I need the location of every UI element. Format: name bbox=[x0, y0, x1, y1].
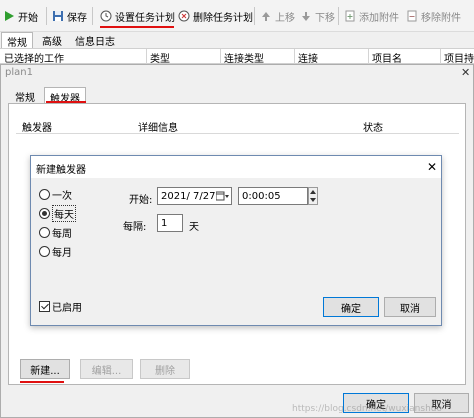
radio-circle[interactable] bbox=[39, 188, 50, 200]
property-window-title: plan1 bbox=[5, 67, 33, 78]
start-time-value: 0:00:05 bbox=[242, 190, 281, 202]
start-date-value: 2021/ 7/27 bbox=[161, 190, 216, 202]
col-details[interactable]: 详细信息 bbox=[138, 119, 178, 134]
time-spinner[interactable] bbox=[308, 187, 318, 205]
arrow-up-icon bbox=[260, 10, 272, 22]
radio-monthly-label: 每月 bbox=[52, 247, 72, 259]
col-connection-type[interactable]: 连接类型 bbox=[224, 50, 264, 65]
dialog-close-icon[interactable]: ✕ bbox=[427, 160, 437, 174]
radio-circle[interactable] bbox=[39, 226, 50, 238]
dialog-cancel-button[interactable]: 取消 bbox=[384, 297, 436, 317]
add-attachment-label: 添加附件 bbox=[359, 12, 399, 24]
watermark: https://blog.csdn.net/wuxianshuo bbox=[292, 404, 442, 414]
add-attachment-icon bbox=[344, 10, 356, 22]
move-up-button[interactable]: 上移 bbox=[260, 6, 295, 26]
save-label: 保存 bbox=[67, 12, 87, 24]
enabled-label: 已启用 bbox=[52, 303, 82, 314]
new-trigger-button[interactable]: 新建... bbox=[20, 359, 70, 379]
col-status[interactable]: 状态 bbox=[363, 119, 383, 134]
calendar-dropdown-icon[interactable] bbox=[215, 191, 230, 205]
move-up-label: 上移 bbox=[275, 12, 295, 24]
col-connection[interactable]: 连接 bbox=[298, 50, 318, 65]
clock-icon bbox=[100, 10, 112, 22]
start-button[interactable]: 开始 bbox=[3, 6, 38, 26]
radio-daily-label: 每天 bbox=[52, 204, 76, 222]
col-trigger[interactable]: 触发器 bbox=[22, 119, 52, 134]
col-project-name[interactable]: 项目名 bbox=[372, 50, 402, 65]
red-underline-schedule bbox=[100, 26, 174, 28]
set-schedule-label: 设置任务计划 bbox=[115, 12, 175, 24]
interval-unit: 天 bbox=[189, 222, 199, 233]
move-down-label: 下移 bbox=[315, 12, 335, 24]
interval-value: 1 bbox=[161, 217, 168, 229]
toolbar: 开始 保存 设置任务计划 删除任务计划 上移 下移 添加附件 移除附件 bbox=[0, 0, 474, 32]
move-down-button[interactable]: 下移 bbox=[300, 6, 335, 26]
close-icon[interactable]: ✕ bbox=[461, 66, 470, 79]
enabled-checkbox[interactable]: 已启用 bbox=[39, 299, 82, 314]
col-project-holder[interactable]: 项目持 bbox=[444, 50, 474, 65]
set-schedule-button[interactable]: 设置任务计划 bbox=[100, 6, 175, 26]
delete-trigger-button[interactable]: 删除 bbox=[140, 359, 190, 379]
arrow-down-icon bbox=[300, 10, 312, 22]
start-label: 开始: bbox=[129, 195, 153, 206]
red-underline-new bbox=[20, 381, 64, 383]
save-button[interactable]: 保存 bbox=[52, 6, 87, 26]
radio-weekly[interactable]: 每周 bbox=[39, 225, 72, 240]
interval-label: 每隔: bbox=[123, 222, 147, 233]
tab-info-log[interactable]: 信息日志 bbox=[70, 32, 120, 48]
remove-attachment-icon bbox=[406, 10, 418, 22]
delete-schedule-button[interactable]: 删除任务计划 bbox=[178, 6, 253, 26]
start-date-picker[interactable]: 2021/ 7/27 bbox=[157, 187, 232, 205]
edit-trigger-button[interactable]: 编辑... bbox=[80, 359, 133, 379]
radio-once-label: 一次 bbox=[52, 190, 72, 202]
radio-circle[interactable] bbox=[39, 245, 50, 257]
start-time-field[interactable]: 0:00:05 bbox=[238, 187, 308, 205]
delete-clock-icon bbox=[178, 10, 190, 22]
trigger-table-header: 触发器 详细信息 状态 bbox=[16, 118, 459, 134]
add-attachment-button[interactable]: 添加附件 bbox=[344, 6, 399, 26]
start-label: 开始 bbox=[18, 12, 38, 24]
dialog-titlebar: 新建触发器 ✕ bbox=[31, 156, 441, 178]
radio-weekly-label: 每周 bbox=[52, 228, 72, 240]
radio-circle-checked[interactable] bbox=[39, 207, 50, 219]
col-type[interactable]: 类型 bbox=[150, 50, 170, 65]
remove-attachment-label: 移除附件 bbox=[421, 12, 461, 24]
delete-schedule-label: 删除任务计划 bbox=[193, 12, 253, 24]
play-icon bbox=[3, 10, 15, 22]
save-icon bbox=[52, 10, 64, 22]
checkbox-checked[interactable] bbox=[39, 301, 50, 312]
dialog-title: 新建触发器 bbox=[36, 165, 86, 176]
col-selected-job[interactable]: 已选择的工作 bbox=[4, 50, 64, 65]
interval-input[interactable]: 1 bbox=[157, 214, 183, 232]
radio-daily[interactable]: 每天 bbox=[39, 204, 76, 222]
tab-prop-general[interactable]: 常规 bbox=[10, 87, 40, 104]
remove-attachment-button[interactable]: 移除附件 bbox=[406, 6, 461, 26]
new-trigger-dialog: 新建触发器 ✕ 一次 每天 每周 每月 开始: 2021/ 7/27 0:00:… bbox=[30, 155, 442, 326]
tab-advanced[interactable]: 高级 bbox=[37, 32, 67, 48]
radio-monthly[interactable]: 每月 bbox=[39, 244, 72, 259]
job-list-header: 已选择的工作 类型 连接类型 连接 项目名 项目持 bbox=[0, 48, 474, 65]
main-tabs: 常规 高级 信息日志 bbox=[0, 32, 474, 49]
radio-once[interactable]: 一次 bbox=[39, 187, 72, 202]
dialog-ok-button[interactable]: 确定 bbox=[323, 297, 379, 317]
tab-general[interactable]: 常规 bbox=[1, 32, 33, 49]
